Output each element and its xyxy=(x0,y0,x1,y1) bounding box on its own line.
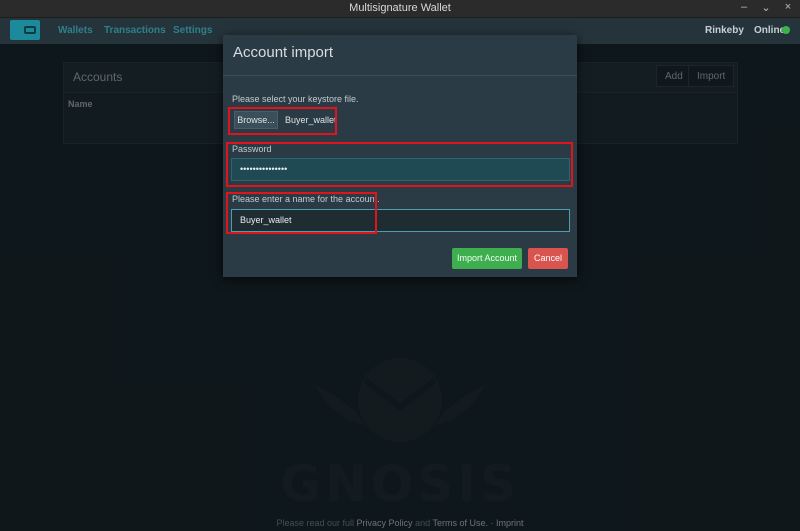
selected-file-name: Buyer_wallet xyxy=(285,115,337,125)
dialog-title: Account import xyxy=(233,44,334,61)
import-account-submit-button[interactable]: Import Account xyxy=(452,248,522,269)
nav-transactions[interactable]: Transactions xyxy=(104,25,166,36)
keystore-prompt: Please select your keystore file. xyxy=(232,94,359,104)
account-name-prompt: Please enter a name for the account. xyxy=(232,194,380,204)
nav-wallets[interactable]: Wallets xyxy=(58,25,93,36)
password-label: Password xyxy=(232,144,272,154)
network-name[interactable]: Rinkeby xyxy=(705,25,744,36)
window-controls: – ⌄ × xyxy=(738,1,794,14)
nav-settings[interactable]: Settings xyxy=(173,25,212,36)
window-title: Multisignature Wallet xyxy=(349,2,451,14)
dialog-divider xyxy=(223,75,577,76)
account-name-field[interactable]: Buyer_wallet xyxy=(231,209,570,232)
wallet-logo-icon[interactable] xyxy=(10,20,40,40)
online-status-dot-icon xyxy=(782,26,790,34)
cancel-button[interactable]: Cancel xyxy=(528,248,568,269)
browse-button[interactable]: Browse... xyxy=(234,111,278,129)
window-titlebar: Multisignature Wallet – ⌄ × xyxy=(0,0,800,18)
password-field[interactable]: ••••••••••••••• xyxy=(231,158,570,181)
minimize-icon[interactable]: – xyxy=(738,1,750,14)
account-import-dialog: Account import Please select your keysto… xyxy=(223,35,577,277)
close-icon[interactable]: × xyxy=(782,1,794,14)
maximize-icon[interactable]: ⌄ xyxy=(760,1,772,14)
connection-status: Online xyxy=(754,25,786,36)
